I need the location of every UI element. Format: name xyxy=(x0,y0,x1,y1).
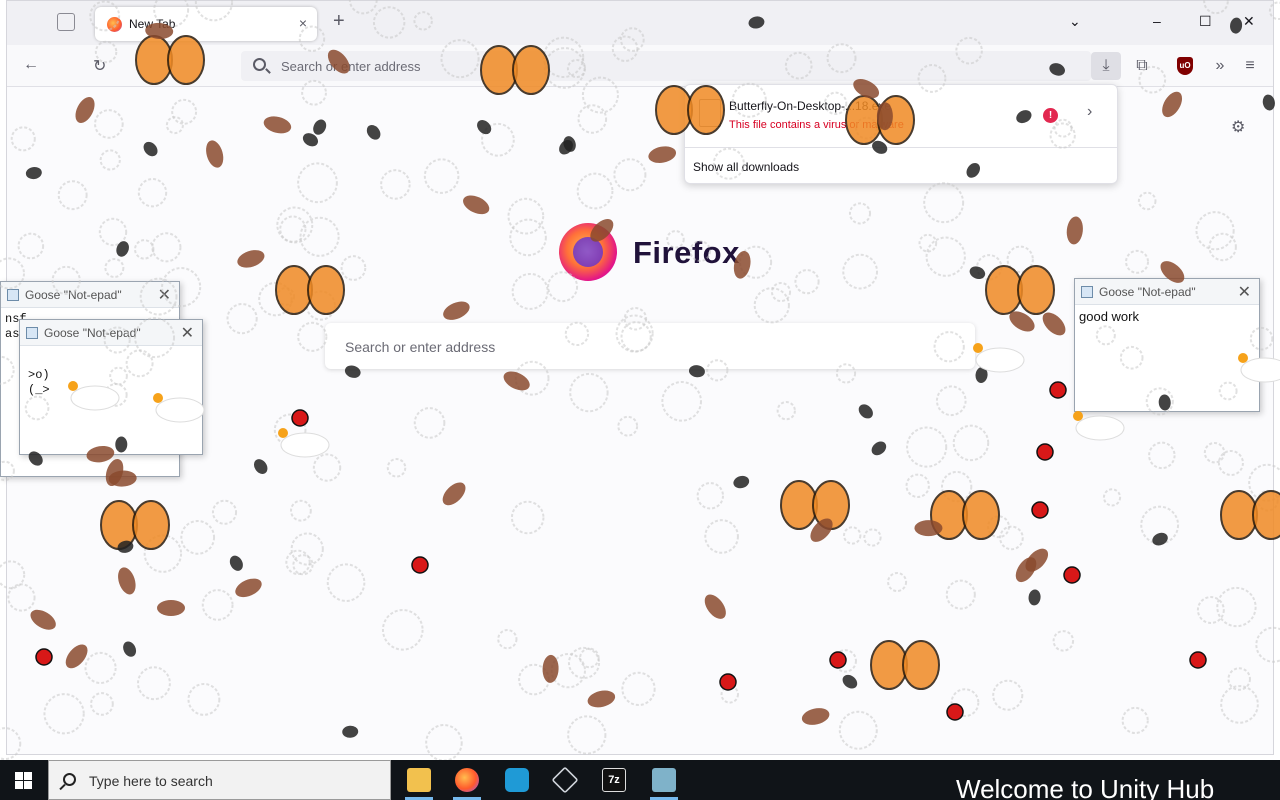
search-icon xyxy=(63,773,76,786)
firefox-icon xyxy=(107,17,122,32)
close-icon[interactable]: ✕ xyxy=(181,323,194,343)
notepad-icon xyxy=(7,289,19,301)
chevron-down-icon[interactable]: ⌄ xyxy=(1069,13,1081,30)
file-explorer-icon[interactable] xyxy=(395,760,443,800)
maximize-button[interactable]: ☐ xyxy=(1199,13,1212,30)
nav-bar: ← ↻ ⤓ ⧉ uO » ≡ xyxy=(7,45,1273,87)
newtab-search-box[interactable] xyxy=(325,323,975,369)
firefox-icon[interactable] xyxy=(443,760,491,800)
desktop: New Tab × + ⌄ – ☐ ✕ ← ↻ ⤓ ⧉ uO » ≡ ⚙ Fir… xyxy=(0,0,1280,760)
notepad-titlebar[interactable]: Goose "Not-epad" ✕ xyxy=(20,320,202,346)
taskbar-search[interactable] xyxy=(48,760,391,800)
ublock-icon[interactable]: uO xyxy=(1177,57,1193,75)
notepad-icon xyxy=(26,327,38,339)
unity-icon[interactable] xyxy=(541,760,589,800)
close-icon[interactable]: ✕ xyxy=(1238,282,1251,302)
search-icon xyxy=(253,58,266,71)
app-icon[interactable] xyxy=(493,760,541,800)
reload-icon[interactable]: ↻ xyxy=(93,56,106,76)
start-button[interactable] xyxy=(0,760,48,800)
notepad-text[interactable]: good work xyxy=(1075,305,1259,411)
notepad-title: Goose "Not-epad" xyxy=(44,326,141,340)
notepad-titlebar[interactable]: Goose "Not-epad" ✕ xyxy=(1075,279,1259,305)
notepad-title: Goose "Not-epad" xyxy=(1099,285,1196,299)
new-tab-button[interactable]: + xyxy=(333,11,345,31)
downloads-panel: Butterfly-On-Desktop-...18.exe This file… xyxy=(684,84,1118,184)
back-icon[interactable]: ← xyxy=(23,56,39,74)
taskbar-search-input[interactable] xyxy=(89,771,379,791)
download-file-name[interactable]: Butterfly-On-Desktop-...18.exe xyxy=(729,99,891,113)
tab-title: New Tab xyxy=(129,17,176,31)
unity-hub-banner: Welcome to Unity Hub xyxy=(956,774,1215,800)
app-icon[interactable] xyxy=(640,760,688,800)
tab-strip: New Tab × + ⌄ – ☐ ✕ xyxy=(7,1,1273,45)
notepad-title: Goose "Not-epad" xyxy=(25,288,122,302)
gear-icon[interactable]: ⚙ xyxy=(1231,117,1245,137)
notepad-text[interactable]: >o) (_> xyxy=(20,346,202,454)
firefox-wordmark: Firefox xyxy=(633,235,740,270)
minimize-button[interactable]: – xyxy=(1153,13,1161,29)
url-bar[interactable] xyxy=(241,51,1091,81)
windows-icon xyxy=(15,772,33,789)
download-warning: This file contains a virus or malware xyxy=(729,119,904,131)
notepad-window[interactable]: Goose "Not-epad" ✕ >o) (_> xyxy=(19,319,203,455)
close-tab-icon[interactable]: × xyxy=(299,15,307,31)
extensions-icon[interactable]: ⧉ xyxy=(1127,52,1157,80)
hamburger-menu-icon[interactable]: ≡ xyxy=(1235,52,1265,80)
notepad-icon xyxy=(1081,286,1093,298)
url-input[interactable] xyxy=(281,56,1061,76)
alert-icon: ! xyxy=(1043,108,1058,123)
newtab-search-input[interactable] xyxy=(345,336,945,358)
chevron-right-icon[interactable]: › xyxy=(1087,103,1092,121)
downloads-button[interactable]: ⤓ xyxy=(1091,52,1121,80)
firefox-logo xyxy=(559,223,617,281)
notepad-window[interactable]: Goose "Not-epad" ✕ good work xyxy=(1074,278,1260,412)
file-icon xyxy=(699,99,721,127)
notepad-titlebar[interactable]: Goose "Not-epad" ✕ xyxy=(1,282,179,308)
overflow-menu-icon[interactable]: » xyxy=(1205,52,1235,80)
taskbar: 7z Welcome to Unity Hub xyxy=(0,760,1280,800)
close-icon[interactable]: ✕ xyxy=(158,285,171,305)
divider xyxy=(685,147,1117,148)
list-all-tabs-icon[interactable] xyxy=(57,13,75,31)
close-window-button[interactable]: ✕ xyxy=(1243,13,1255,30)
show-all-downloads-link[interactable]: Show all downloads xyxy=(693,160,799,174)
tab-new-tab[interactable]: New Tab × xyxy=(95,7,317,41)
7zip-icon[interactable]: 7z xyxy=(590,760,638,800)
